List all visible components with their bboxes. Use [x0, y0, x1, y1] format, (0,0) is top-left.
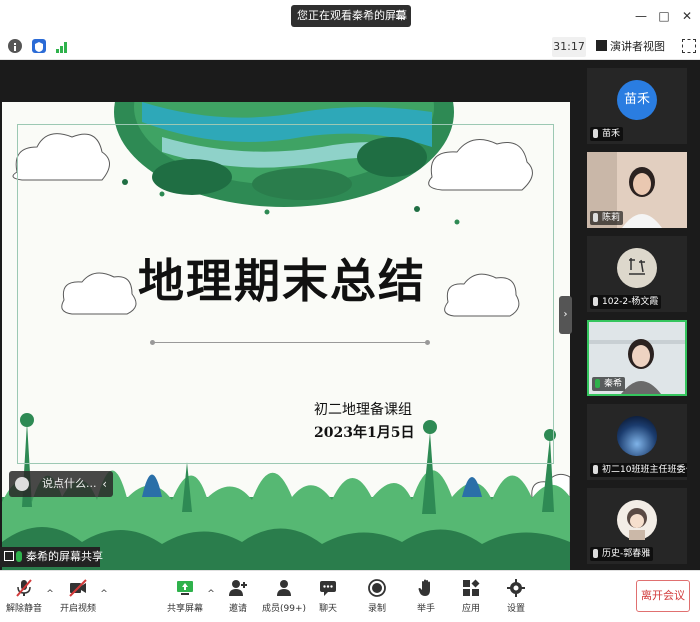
cartoon-avatar — [617, 500, 657, 540]
members-icon — [277, 580, 291, 596]
toggle-participants-panel[interactable]: › — [559, 296, 572, 334]
chat-label: 聊天 — [318, 604, 337, 614]
meeting-window: 您正在观看秦希的屏幕 ☰ — □ ✕ 31:17 演讲者视图 地理期末总结 初二… — [0, 0, 700, 622]
speaker-view-button[interactable]: 演讲者视图 — [596, 37, 672, 57]
raise-hand-icon — [418, 579, 430, 596]
settings-icon — [507, 579, 525, 597]
members-button[interactable]: 成员(99+) — [262, 574, 306, 620]
record-label: 录制 — [367, 604, 386, 614]
invite-button[interactable]: 邀请 — [216, 574, 260, 620]
minimize-icon[interactable]: — — [633, 8, 649, 24]
slide-title: 地理期末总结 — [138, 254, 426, 308]
video-options-caret[interactable]: ^ — [100, 589, 108, 599]
meeting-info-bar: 31:17 演讲者视图 — [0, 34, 700, 60]
fullscreen-icon[interactable] — [682, 39, 696, 53]
emoji-icon[interactable] — [15, 477, 29, 491]
invite-label: 邀请 — [228, 604, 247, 614]
unmute-button[interactable]: 解除静音 — [2, 574, 46, 620]
participant-tile[interactable]: 历史-郭春雅 — [587, 488, 687, 564]
video-off-icon — [69, 579, 87, 597]
mic-muted-icon — [593, 297, 598, 306]
signal-icon[interactable] — [55, 39, 69, 53]
settings-label: 设置 — [506, 604, 525, 614]
participant-name: 初二10班班主任班委长 — [590, 463, 687, 477]
chat-button[interactable]: 聊天 — [306, 574, 350, 620]
maximize-icon[interactable]: □ — [656, 8, 672, 24]
screen-icon — [4, 551, 14, 561]
members-label: 成员(99+) — [262, 604, 307, 614]
participant-name: 秦希 — [592, 377, 626, 391]
settings-button[interactable]: 设置 — [494, 574, 538, 620]
invite-icon — [229, 580, 247, 596]
grid-icon — [596, 40, 607, 51]
slide-divider — [150, 340, 430, 345]
chat-icon — [320, 581, 336, 596]
screen-share-owner: 秦希的屏幕共享 — [26, 550, 103, 563]
unmute-label: 解除静音 — [5, 604, 42, 614]
menu-icon[interactable]: ☰ — [393, 5, 407, 27]
participant-name: 102-2-杨文霞 — [590, 295, 662, 309]
start-video-button[interactable]: 开启视频 — [56, 574, 100, 620]
avatar — [617, 248, 657, 288]
mic-muted-icon — [593, 549, 598, 558]
participant-tile[interactable]: 102-2-杨文霞 — [587, 236, 687, 312]
share-screen-label: 共享屏幕 — [166, 604, 203, 614]
apps-button[interactable]: 应用 — [449, 574, 493, 620]
audio-options-caret[interactable]: ^ — [46, 589, 54, 599]
participant-tile[interactable]: 陈莉 — [587, 152, 687, 228]
raise-hand-button[interactable]: 举手 — [404, 574, 448, 620]
start-video-label: 开启视频 — [59, 604, 96, 614]
chat-placeholder: 说点什么... — [42, 477, 97, 490]
participant-tile-active[interactable]: 秦希 — [587, 320, 687, 396]
participant-name: 陈莉 — [590, 211, 624, 225]
slide-date: 2023年1月5日 — [314, 425, 415, 441]
share-screen-button[interactable]: 共享屏幕 — [163, 574, 207, 620]
mic-active-icon — [16, 551, 22, 562]
leave-meeting-button[interactable]: 离开会议 — [636, 580, 690, 612]
mic-active-icon — [595, 379, 600, 388]
meeting-toolbar: 解除静音 ^ 开启视频 ^ 共享屏幕 ^ 邀请 成员(99+) 聊天 录制 举手… — [0, 570, 700, 622]
speaker-view-label: 演讲者视图 — [610, 40, 665, 53]
share-screen-icon — [177, 581, 193, 595]
info-icon[interactable] — [8, 39, 22, 53]
presentation-slide: 地理期末总结 初二地理备课组 2023年1月5日 — [2, 102, 570, 586]
slide-author-group: 初二地理备课组 — [314, 402, 412, 418]
raise-hand-label: 举手 — [416, 604, 435, 614]
mic-muted-icon — [593, 465, 598, 474]
participant-tile[interactable]: 初二10班班主任班委长 — [587, 404, 687, 480]
participant-name: 历史-郭春雅 — [590, 547, 654, 561]
record-button[interactable]: 录制 — [355, 574, 399, 620]
earth-avatar — [617, 416, 657, 456]
apps-label: 应用 — [461, 604, 480, 614]
mic-muted-icon — [16, 579, 32, 597]
screen-share-banner[interactable]: 您正在观看秦希的屏幕 ☰ — [291, 5, 411, 27]
share-options-caret[interactable]: ^ — [207, 589, 215, 599]
mic-muted-icon — [593, 129, 598, 138]
shield-icon[interactable] — [32, 39, 46, 53]
record-icon — [368, 579, 386, 597]
title-bar: 您正在观看秦希的屏幕 ☰ — □ ✕ — [0, 0, 700, 34]
screen-share-banner-text: 您正在观看秦希的屏幕 — [297, 9, 407, 22]
meeting-timer: 31:17 — [552, 37, 586, 57]
participants-panel: 苗禾 苗禾 陈莉 102-2-杨文霞 秦希 初二10班班主任班委长 历史-郭春雅 — [583, 60, 700, 570]
participant-name: 苗禾 — [590, 127, 624, 141]
participant-tile[interactable]: 苗禾 苗禾 — [587, 68, 687, 144]
screen-share-label: 秦希的屏幕共享 — [0, 547, 103, 567]
mic-muted-icon — [593, 213, 598, 222]
avatar: 苗禾 — [617, 80, 657, 120]
chat-input[interactable]: 说点什么... ‹ — [9, 471, 113, 497]
collapse-chat-icon[interactable]: ‹ — [102, 471, 107, 497]
apps-icon — [463, 579, 480, 596]
close-icon[interactable]: ✕ — [679, 8, 695, 24]
